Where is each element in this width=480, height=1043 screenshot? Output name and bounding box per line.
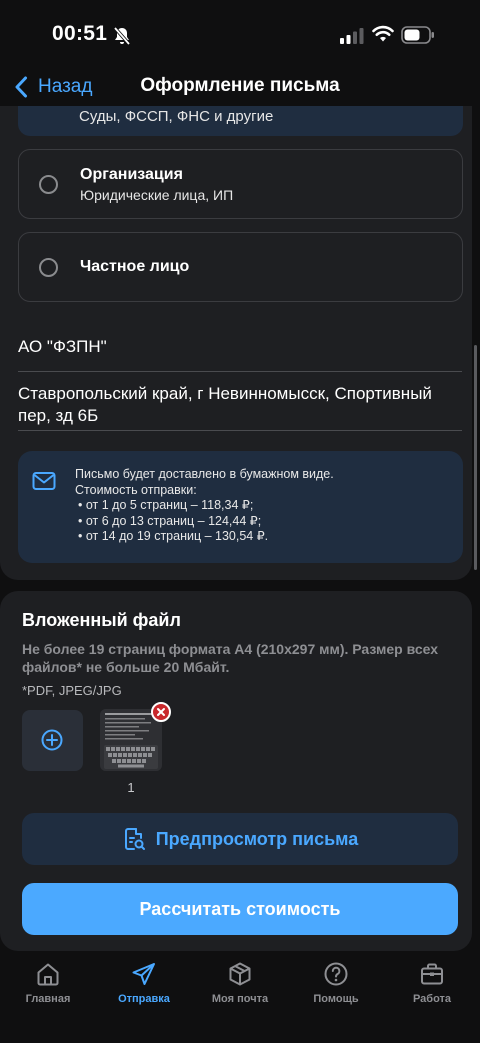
- option-title: Частное лицо: [80, 258, 190, 275]
- tab-bar: Главная Отправка Моя почта Помощь Работа: [0, 951, 480, 1043]
- tab-help[interactable]: Помощь: [288, 961, 384, 1013]
- option-subtitle: Юридические лица, ИП: [80, 187, 234, 203]
- attachment-title: Вложенный файл: [22, 610, 181, 630]
- send-icon: [132, 963, 155, 985]
- attachment-formats: *PDF, JPEG/JPG: [22, 683, 122, 698]
- preview-letter-button[interactable]: Предпросмотр письма: [22, 813, 458, 865]
- price-bullet: • от 1 до 5 страниц – 118,34 ₽;: [78, 498, 254, 512]
- wifi-icon: [372, 25, 394, 42]
- tab-send[interactable]: Отправка: [96, 961, 192, 1013]
- calculate-cost-label: Рассчитать стоимость: [139, 898, 341, 919]
- tab-label: Отправка: [118, 993, 170, 1005]
- plus-circle-icon: [41, 729, 63, 751]
- add-file-button[interactable]: [22, 710, 83, 771]
- recipient-option-private-person[interactable]: Частное лицо: [18, 232, 463, 302]
- tab-my-mail[interactable]: Моя почта: [192, 961, 288, 1013]
- status-time: 00:51: [52, 22, 108, 45]
- remove-file-button[interactable]: [151, 702, 171, 722]
- recipient-address-field[interactable]: Ставропольский край, г Невинномысск, Спо…: [18, 383, 463, 427]
- recipient-name-field[interactable]: АО "ФЗПН": [18, 336, 463, 358]
- navigation-bar: Назад Оформление письма: [0, 70, 480, 106]
- attachment-card: Вложенный файл Не более 19 страниц форма…: [0, 591, 472, 951]
- recipient-section[interactable]: Суды, ФССП, ФНС и другие Организация Юри…: [0, 106, 480, 586]
- recipient-option-organization[interactable]: Организация Юридические лица, ИП: [18, 149, 463, 219]
- info-line: Стоимость отправки:: [75, 482, 197, 497]
- tab-label: Помощь: [313, 993, 359, 1005]
- scrollbar[interactable]: [474, 345, 477, 570]
- signal-icon: [340, 28, 364, 44]
- price-bullet: • от 6 до 13 страниц – 124,44 ₽;: [78, 513, 262, 528]
- radio-button[interactable]: [39, 175, 58, 194]
- option-title: Организация: [80, 166, 183, 183]
- box-icon: [229, 962, 251, 986]
- tab-label: Главная: [25, 993, 71, 1005]
- mail-icon: [32, 472, 56, 490]
- close-icon: [157, 708, 165, 716]
- recipient-option-government[interactable]: Суды, ФССП, ФНС и другие: [18, 106, 463, 136]
- tab-work[interactable]: Работа: [384, 961, 480, 1013]
- delivery-info-box: Письмо будет доставлено в бумажном виде.…: [18, 451, 463, 563]
- info-line: Письмо будет доставлено в бумажном виде.: [75, 467, 334, 481]
- divider: [18, 430, 462, 431]
- preview-letter-label: Предпросмотр письма: [155, 828, 359, 849]
- page-title: Оформление письма: [140, 75, 340, 96]
- tab-label: Моя почта: [211, 993, 269, 1005]
- divider: [18, 371, 462, 372]
- bell-muted-icon: [113, 26, 131, 46]
- price-bullet: • от 14 до 19 страниц – 130,54 ₽.: [78, 529, 269, 543]
- battery-icon: [401, 26, 434, 44]
- file-caption: 1: [127, 780, 135, 795]
- help-icon: [324, 962, 348, 986]
- tab-home[interactable]: Главная: [0, 961, 96, 1013]
- attachment-description: Не более 19 страниц формата А4 (210x297 …: [22, 641, 439, 675]
- delivery-info-text: Письмо будет доставлено в бумажном виде.…: [75, 467, 334, 545]
- radio-button[interactable]: [39, 258, 58, 277]
- calculate-cost-button[interactable]: Рассчитать стоимость: [22, 883, 458, 935]
- option-subtitle: Суды, ФССП, ФНС и другие: [79, 108, 274, 125]
- briefcase-icon: [421, 963, 443, 985]
- document-search-icon: [124, 828, 145, 850]
- status-bar: 00:51: [0, 0, 480, 70]
- home-icon: [37, 963, 59, 986]
- tab-label: Работа: [412, 993, 452, 1005]
